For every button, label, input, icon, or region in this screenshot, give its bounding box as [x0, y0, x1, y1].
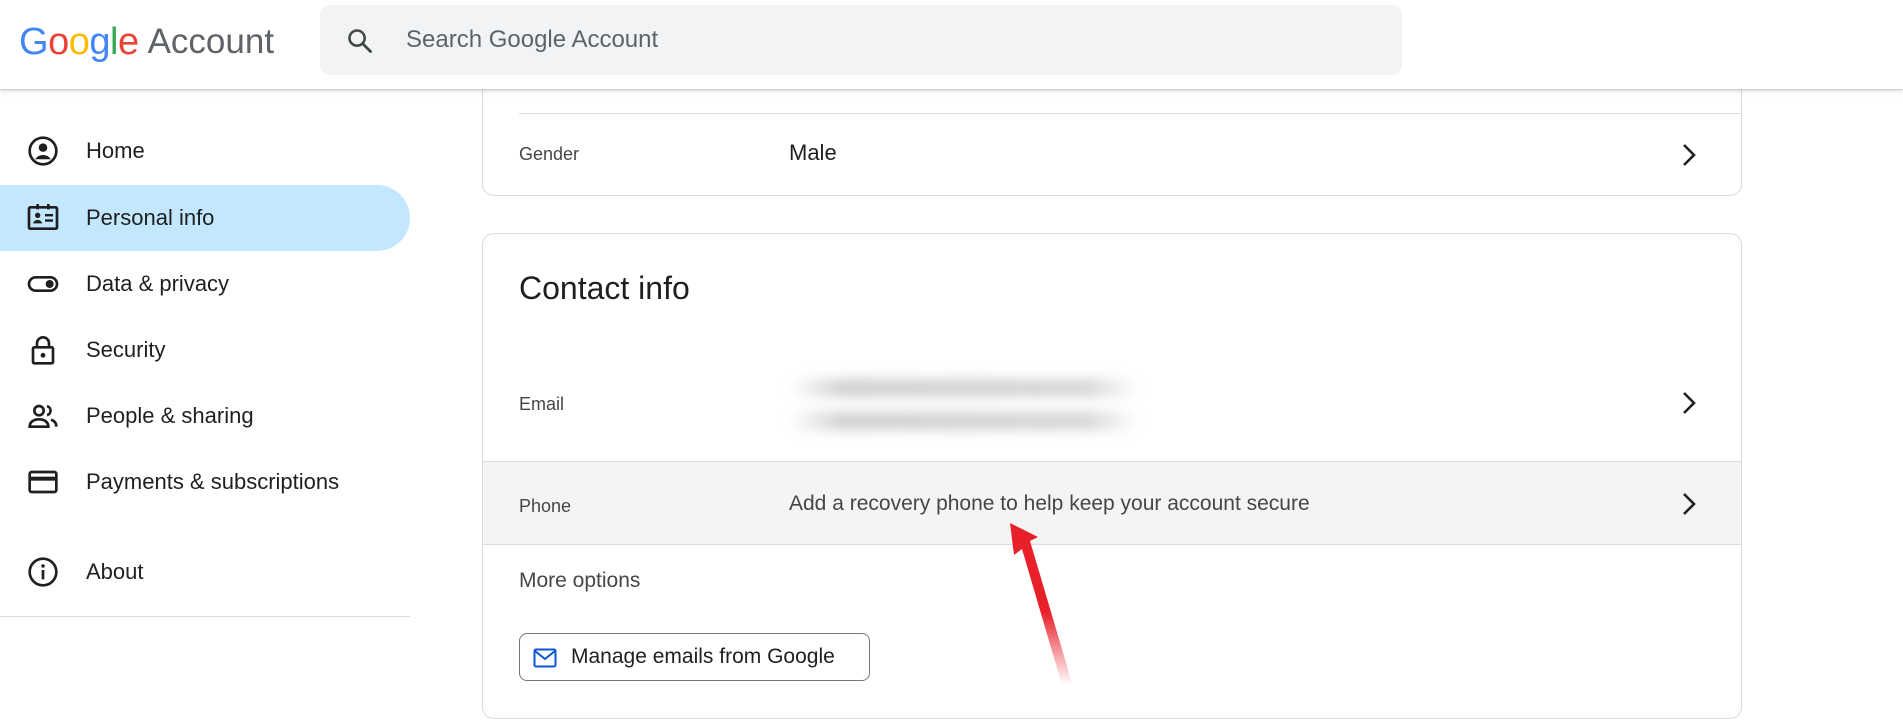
chevron-right-icon: [1683, 493, 1696, 515]
phone-value: Add a recovery phone to help keep your a…: [789, 492, 1310, 515]
contact-info-card: Contact info Email Phone Add a recovery …: [482, 233, 1742, 719]
red-arrow-annotation: [1010, 523, 1072, 685]
product-name: Account: [147, 22, 275, 61]
info-icon: [28, 557, 58, 587]
more-options-label: More options: [519, 569, 641, 592]
credit-card-icon: [28, 470, 58, 494]
sidebar-item-label: People & sharing: [86, 403, 254, 428]
account-circle-icon: [28, 136, 58, 166]
sidebar-nav: Home Personal info Data & privacy Securi…: [0, 89, 410, 727]
section-title: Contact info: [519, 270, 690, 306]
chevron-right-icon: [1683, 392, 1696, 414]
sidebar-item-data-privacy[interactable]: Data & privacy: [0, 251, 410, 317]
sidebar-item-security[interactable]: Security: [0, 317, 410, 383]
search-input[interactable]: Search Google Account: [406, 26, 658, 54]
people-icon: [28, 404, 58, 428]
sidebar-divider: [0, 616, 410, 617]
manage-emails-button[interactable]: Manage emails from Google: [519, 633, 870, 681]
email-label: Email: [519, 394, 565, 414]
lock-icon: [31, 336, 55, 365]
google-wordmark: Google: [19, 20, 139, 63]
chevron-right-icon: [1683, 144, 1696, 166]
gender-label: Gender: [519, 144, 580, 164]
mail-icon: [533, 648, 557, 668]
sidebar-item-label: About: [86, 559, 144, 584]
sidebar-item-home[interactable]: Home: [0, 118, 410, 184]
search-box[interactable]: Search Google Account: [320, 5, 1402, 75]
manage-emails-label: Manage emails from Google: [571, 645, 835, 668]
sidebar-item-label: Personal info: [86, 205, 215, 230]
gender-value: Male: [789, 140, 837, 165]
search-icon[interactable]: [346, 27, 374, 55]
phone-label: Phone: [519, 496, 572, 516]
gender-row[interactable]: Gender Male: [483, 114, 1741, 196]
email-value-blurred: [789, 412, 1139, 430]
sidebar-item-label: Home: [86, 138, 145, 163]
id-card-icon: [27, 204, 59, 230]
sidebar-item-label: Data & privacy: [86, 271, 230, 296]
email-value-blurred: [789, 379, 1139, 397]
top-app-bar: Google Account Search Google Account: [0, 0, 1903, 89]
sidebar-item-people-sharing[interactable]: People & sharing: [0, 383, 410, 449]
sidebar-item-about[interactable]: About: [0, 539, 410, 605]
sidebar-item-label: Security: [86, 337, 166, 362]
sidebar-item-label: Payments & subscriptions: [86, 469, 340, 494]
sidebar-item-personal-info[interactable]: Personal info: [0, 185, 410, 251]
sidebar-item-payments[interactable]: Payments & subscriptions: [0, 449, 410, 515]
google-account-logo[interactable]: Google Account: [19, 18, 274, 66]
phone-row[interactable]: Phone Add a recovery phone to help keep …: [483, 461, 1741, 545]
email-row[interactable]: Email: [483, 344, 1741, 463]
toggle-icon: [27, 276, 59, 292]
